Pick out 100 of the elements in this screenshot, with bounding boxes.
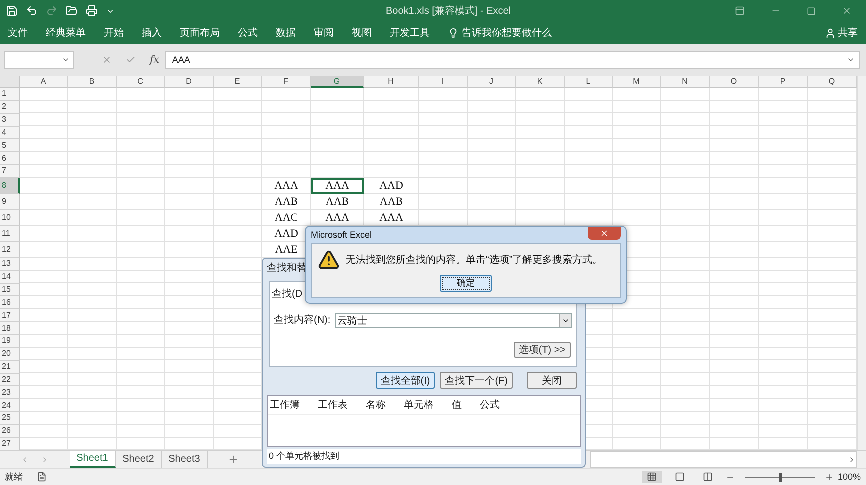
zoom-thumb[interactable]	[778, 472, 782, 482]
results-column-header[interactable]: 单元格	[404, 398, 434, 412]
row-header[interactable]: 14	[0, 270, 20, 284]
row-header[interactable]: 19	[0, 334, 20, 348]
row-header[interactable]: 17	[0, 309, 20, 322]
horizontal-scrollbar[interactable]	[590, 451, 857, 468]
row-header[interactable]: 11	[0, 226, 20, 242]
tell-me-field[interactable]: 告诉我你想要做什么	[462, 26, 552, 40]
ribbon-tab[interactable]: 视图	[352, 26, 372, 40]
column-header[interactable]: E	[214, 76, 262, 88]
ribbon-tab[interactable]: 公式	[238, 26, 258, 40]
sheet-cell[interactable]: AAB	[364, 194, 419, 210]
sheet-cell[interactable]: AAD	[364, 178, 419, 194]
column-header[interactable]: H	[364, 76, 419, 88]
user-icon[interactable]	[825, 28, 836, 38]
save-icon[interactable]	[6, 5, 18, 17]
sheet-cell[interactable]: AAB	[311, 194, 364, 210]
row-header[interactable]: 9	[0, 194, 20, 210]
sheet-cell[interactable]: AAA	[311, 178, 364, 194]
ribbon-tab[interactable]: 审阅	[314, 26, 334, 40]
page-icon[interactable]	[674, 472, 685, 482]
row-header[interactable]: 20	[0, 348, 20, 361]
columns-icon[interactable]	[702, 472, 713, 482]
restore-icon[interactable]	[807, 6, 816, 16]
sheet-cell[interactable]: AAA	[262, 178, 311, 194]
dialog-button[interactable]: 查找下一个(F)	[440, 372, 513, 390]
ribbon-tab[interactable]: 数据	[276, 26, 296, 40]
column-header[interactable]: K	[516, 76, 565, 88]
dialog-button[interactable]: 关闭	[527, 372, 577, 390]
ribbon-tab[interactable]: 经典菜单	[46, 26, 86, 40]
row-header[interactable]: 23	[0, 386, 20, 400]
column-header[interactable]: Q	[808, 76, 857, 88]
column-header[interactable]: B	[68, 76, 117, 88]
row-header[interactable]: 22	[0, 374, 20, 386]
normal-view-button[interactable]	[642, 471, 662, 483]
row-header[interactable]: 21	[0, 360, 20, 374]
row-header[interactable]: 18	[0, 322, 20, 335]
ribbon-tab[interactable]: 开始	[104, 26, 124, 40]
row-header[interactable]: 26	[0, 424, 20, 438]
ribbon-tab[interactable]: 页面布局	[180, 26, 220, 40]
expand-icon[interactable]	[847, 56, 855, 64]
row-header[interactable]: 1	[0, 88, 20, 101]
options-button[interactable]: 选项(T) >>	[514, 342, 571, 358]
row-header[interactable]: 4	[0, 126, 20, 140]
results-column-header[interactable]: 公式	[480, 398, 500, 412]
close-icon[interactable]	[600, 229, 609, 238]
column-header[interactable]: M	[613, 76, 661, 88]
row-header[interactable]: 24	[0, 399, 20, 412]
insert-function-button[interactable]: fx	[150, 54, 160, 66]
row-header[interactable]: 6	[0, 152, 20, 166]
vertical-scrollbar[interactable]	[857, 76, 866, 450]
column-header[interactable]: N	[661, 76, 710, 88]
row-header[interactable]: 13	[0, 258, 20, 271]
find-tab[interactable]: 查找(D	[272, 289, 303, 301]
ribbon-tab[interactable]: 插入	[142, 26, 162, 40]
share-button[interactable]: 共享	[838, 26, 858, 40]
ok-button[interactable]: 确定	[440, 275, 492, 292]
row-header[interactable]: 8	[0, 178, 20, 194]
ribbon-tab[interactable]: 开发工具	[390, 26, 430, 40]
sheet-cell[interactable]: AAA	[311, 210, 364, 226]
column-header[interactable]: A	[20, 76, 68, 88]
results-column-header[interactable]: 名称	[366, 398, 386, 412]
column-header[interactable]: C	[117, 76, 165, 88]
results-column-header[interactable]: 工作表	[318, 398, 348, 412]
sheet-tab[interactable]: Sheet1	[70, 451, 116, 468]
row-header[interactable]: 25	[0, 412, 20, 425]
row-header[interactable]: 2	[0, 100, 20, 114]
dialog-button[interactable]: 查找全部(I)	[376, 372, 436, 390]
zoom-in-icon[interactable]	[824, 472, 834, 482]
row-header[interactable]: 3	[0, 114, 20, 127]
close-icon[interactable]	[842, 6, 852, 16]
row-header[interactable]: 10	[0, 210, 20, 226]
printer-icon[interactable]	[86, 5, 98, 17]
column-header[interactable]: D	[165, 76, 214, 88]
column-header[interactable]: J	[468, 76, 516, 88]
row-header[interactable]: 27	[0, 438, 20, 451]
sheet-cell[interactable]: AAC	[262, 210, 311, 226]
column-header[interactable]: P	[759, 76, 808, 88]
ribbon-display-icon[interactable]	[735, 6, 745, 16]
column-header[interactable]: G	[311, 76, 364, 88]
zoom-level[interactable]: 100%	[838, 472, 861, 482]
sheet-cell[interactable]: AAA	[364, 210, 419, 226]
formula-field[interactable]: AAA	[165, 51, 860, 69]
results-column-header[interactable]: 值	[452, 398, 462, 412]
close-button[interactable]	[588, 227, 621, 240]
column-header[interactable]: F	[262, 76, 311, 88]
grid-icon[interactable]	[646, 472, 657, 482]
macro-icon[interactable]	[37, 472, 47, 482]
add-sheet-icon[interactable]	[228, 454, 239, 465]
folder-icon[interactable]	[66, 5, 78, 17]
results-column-header[interactable]: 工作簿	[270, 398, 300, 412]
column-header[interactable]: O	[710, 76, 759, 88]
undo-icon[interactable]	[26, 5, 38, 17]
ribbon-tab[interactable]: 文件	[8, 26, 28, 40]
lightbulb-icon[interactable]	[448, 28, 459, 38]
column-header[interactable]: I	[419, 76, 468, 88]
row-header[interactable]: 15	[0, 284, 20, 296]
find-field[interactable]: 云骑士	[334, 313, 572, 328]
sheet-cell[interactable]: AAB	[262, 194, 311, 210]
row-header[interactable]: 7	[0, 165, 20, 178]
